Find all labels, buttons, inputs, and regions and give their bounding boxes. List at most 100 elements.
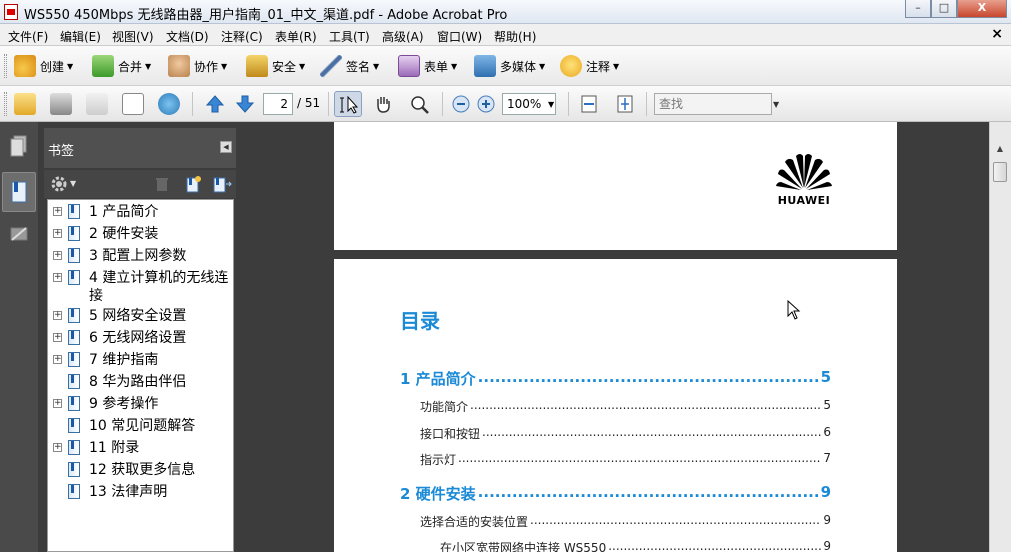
- form-icon: [398, 55, 420, 77]
- toc-entry[interactable]: 1 产品简介5: [400, 368, 831, 389]
- menu-edit[interactable]: 编辑(E): [60, 28, 101, 45]
- dropdown-arrow-icon: ▼: [299, 61, 306, 71]
- collaborate-people-icon: [168, 55, 190, 77]
- pdf-page-1: HUAWEI: [334, 122, 897, 250]
- expand-plus-icon[interactable]: +: [53, 443, 62, 452]
- menu-help[interactable]: 帮助(H): [494, 28, 536, 45]
- email-envelope-icon[interactable]: [122, 93, 144, 115]
- bookmark-icon: [68, 270, 80, 285]
- toc-entry[interactable]: 接口和按钮6: [420, 425, 831, 442]
- combine-button[interactable]: 合并 ▼: [92, 55, 151, 77]
- toolbar-separator: [568, 92, 569, 116]
- toc-entry[interactable]: 指示灯7: [420, 451, 831, 468]
- next-page-icon[interactable]: [234, 93, 256, 115]
- signatures-icon[interactable]: [9, 222, 29, 246]
- secure-button[interactable]: 安全 ▼: [246, 55, 305, 77]
- dropdown-arrow-icon: ▼: [451, 61, 458, 71]
- menu-bar: 文件(F) 编辑(E) 视图(V) 文档(D) 注释(C) 表单(R) 工具(T…: [0, 24, 1011, 46]
- document-view[interactable]: HUAWEI 目录 1 产品简介5 功能简介5 接口和按钮6 指示灯7 2 硬件…: [244, 122, 989, 552]
- toc-entry[interactable]: 在小区宽带网络中连接 WS5509: [440, 539, 831, 552]
- comment-button[interactable]: 注释 ▼: [560, 55, 619, 77]
- expand-plus-icon[interactable]: +: [53, 333, 62, 342]
- menu-document[interactable]: 文档(D): [166, 28, 209, 45]
- expand-plus-icon[interactable]: +: [53, 399, 62, 408]
- title-bar: WS550 450Mbps 无线路由器_用户指南_01_中文_渠道.pdf - …: [0, 0, 1011, 24]
- expand-plus-icon[interactable]: +: [53, 273, 62, 282]
- huawei-logo-icon: [776, 154, 832, 190]
- toolbar-grip[interactable]: [4, 92, 7, 116]
- toolbar-separator: [328, 92, 329, 116]
- bookmarks-list: + 1 产品简介 + 2 硬件安装 + 3 配置上网参数 + 4 建立计算机的无…: [47, 199, 234, 552]
- delete-trash-icon[interactable]: [154, 176, 170, 192]
- options-dropdown-arrow-icon[interactable]: ▼: [70, 179, 76, 188]
- maximize-button[interactable]: □: [931, 0, 957, 18]
- scroll-up-icon[interactable]: ▲: [993, 142, 1007, 156]
- print-icon[interactable]: [50, 93, 72, 115]
- new-bookmark-icon[interactable]: [184, 175, 202, 193]
- bookmark-icon: [68, 374, 80, 389]
- bookmark-icon: [68, 226, 80, 241]
- bookmark-icon: [68, 204, 80, 219]
- expand-plus-icon[interactable]: +: [53, 311, 62, 320]
- toc-entry[interactable]: 2 硬件安装9: [400, 483, 831, 504]
- menu-comments[interactable]: 注释(C): [221, 28, 263, 45]
- fit-page-icon[interactable]: [614, 93, 636, 115]
- menu-forms[interactable]: 表单(R): [275, 28, 317, 45]
- expand-plus-icon[interactable]: +: [53, 207, 62, 216]
- dropdown-arrow-icon: ▼: [613, 61, 620, 71]
- fit-width-icon[interactable]: [578, 93, 600, 115]
- bookmark-icon: [68, 462, 80, 477]
- minimize-button[interactable]: –: [905, 0, 931, 18]
- expand-plus-icon[interactable]: +: [53, 251, 62, 260]
- toc-entry[interactable]: 功能简介5: [420, 398, 831, 415]
- pen-icon: [320, 55, 342, 77]
- dropdown-arrow-icon: ▼: [67, 61, 74, 71]
- gear-icon[interactable]: [50, 175, 68, 193]
- zoom-in-icon[interactable]: [475, 93, 497, 115]
- save-disk-icon[interactable]: [86, 93, 108, 115]
- menu-advanced[interactable]: 高级(A): [382, 28, 424, 45]
- expand-bookmark-icon[interactable]: [212, 175, 232, 193]
- chevron-down-icon: ▼: [548, 100, 555, 109]
- bookmark-icon: [68, 396, 80, 411]
- forms-button[interactable]: 表单 ▼: [398, 55, 457, 77]
- menu-tools[interactable]: 工具(T): [329, 28, 370, 45]
- menu-view[interactable]: 视图(V): [112, 28, 154, 45]
- pages-icon[interactable]: [9, 134, 29, 158]
- comment-bubble-icon: [560, 55, 582, 77]
- toc-title: 目录: [400, 309, 440, 333]
- close-button[interactable]: X: [957, 0, 1007, 18]
- expand-plus-icon[interactable]: +: [53, 229, 62, 238]
- toolbar-separator: [646, 92, 647, 116]
- zoom-out-icon[interactable]: [450, 93, 472, 115]
- page-number-input[interactable]: 2: [263, 93, 293, 115]
- previous-page-icon[interactable]: [204, 93, 226, 115]
- dropdown-arrow-icon: ▼: [145, 61, 152, 71]
- marquee-zoom-icon[interactable]: [408, 93, 430, 115]
- document-close-button[interactable]: ×: [991, 26, 1003, 42]
- window-title: WS550 450Mbps 无线路由器_用户指南_01_中文_渠道.pdf - …: [24, 8, 508, 23]
- scroll-thumb[interactable]: [993, 162, 1007, 182]
- chevron-down-icon[interactable]: ▼: [773, 100, 779, 109]
- bookmarks-panel: 书签 ◀ ▼ + 1 产品简介 + 2 硬件安装 + 3 配置上网参数 + 4 …: [38, 122, 238, 552]
- hand-tool-icon[interactable]: [372, 93, 394, 115]
- collaborate-button[interactable]: 协作 ▼: [168, 55, 227, 77]
- create-button[interactable]: 创建 ▼: [14, 55, 73, 77]
- vertical-scrollbar[interactable]: ▲: [989, 122, 1011, 552]
- sign-button[interactable]: 签名 ▼: [320, 55, 379, 77]
- find-input[interactable]: 查找: [654, 93, 772, 115]
- select-tool-button[interactable]: [334, 91, 362, 117]
- collapse-panel-button[interactable]: ◀: [220, 141, 232, 153]
- toolbar-grip[interactable]: [4, 54, 7, 78]
- multimedia-film-icon: [474, 55, 496, 77]
- toc-entry[interactable]: 选择合适的安装位置9: [420, 513, 831, 530]
- bookmarks-header: 书签 ◀: [44, 128, 236, 168]
- web-upload-globe-icon[interactable]: [158, 93, 180, 115]
- multimedia-button[interactable]: 多媒体 ▼: [474, 55, 545, 77]
- menu-window[interactable]: 窗口(W): [437, 28, 482, 45]
- cursor-arrow-icon: [340, 95, 359, 114]
- open-folder-icon[interactable]: [14, 93, 36, 115]
- expand-plus-icon[interactable]: +: [53, 355, 62, 364]
- menu-file[interactable]: 文件(F): [8, 28, 48, 45]
- task-toolbar: 创建 ▼ 合并 ▼ 协作 ▼ 安全 ▼ 签名 ▼ 表单 ▼ 多媒体 ▼ 注释 ▼: [0, 46, 1011, 86]
